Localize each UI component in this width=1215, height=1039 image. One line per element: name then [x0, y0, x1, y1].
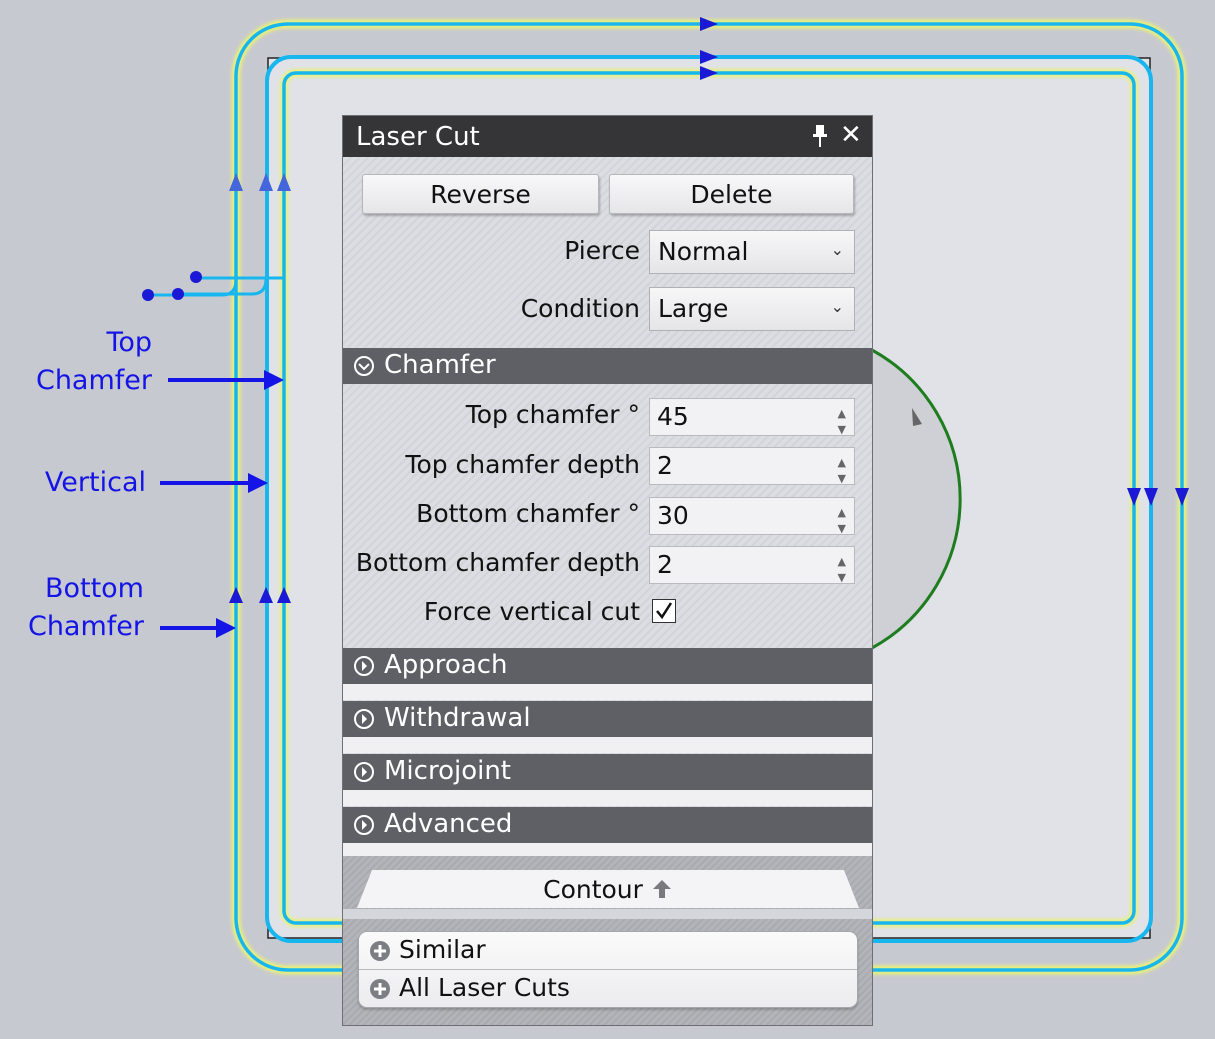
top-chamfer-depth-value: 2	[657, 451, 673, 480]
plus-circle-icon	[370, 979, 390, 999]
collapse-circle-icon	[354, 356, 374, 376]
annotation-bottom-chamfer-line1: Bottom	[44, 573, 144, 604]
panel-titlebar[interactable]: Laser Cut ✕	[343, 116, 872, 157]
spin-down-icon[interactable]: ▼	[838, 560, 846, 596]
expand-circle-icon	[354, 762, 374, 782]
section-microjoint-title: Microjoint	[384, 756, 512, 786]
lead-in-lines	[148, 276, 284, 297]
top-chamfer-angle-input[interactable]: 45 ▲ ▼	[649, 398, 855, 436]
expand-circle-icon	[354, 656, 374, 676]
section-withdrawal-title: Withdrawal	[384, 703, 531, 733]
annotation-vertical-text: Vertical	[44, 467, 146, 498]
annotation-top-chamfer: Top Chamfer	[30, 324, 152, 400]
force-vertical-cut-checkbox[interactable]	[652, 599, 676, 623]
list-item-similar[interactable]: Similar	[359, 932, 857, 970]
section-withdrawal-header[interactable]: Withdrawal	[343, 701, 872, 737]
top-chamfer-angle-value: 45	[657, 402, 689, 431]
bottom-chamfer-angle-value: 30	[657, 501, 689, 530]
condition-label: Condition	[520, 294, 640, 323]
annotation-top-chamfer-line2: Chamfer	[35, 365, 152, 396]
bottom-chamfer-angle-input[interactable]: 30 ▲ ▼	[649, 497, 855, 535]
section-approach-header[interactable]: Approach	[343, 648, 872, 684]
reverse-button[interactable]: Reverse	[362, 174, 599, 214]
close-icon[interactable]: ✕	[840, 120, 862, 150]
bottom-chamfer-depth-input[interactable]: 2 ▲ ▼	[649, 546, 855, 584]
list-item-similar-label: Similar	[399, 935, 486, 964]
contour-separator	[343, 909, 872, 919]
pierce-select[interactable]: Normal ⌄	[649, 230, 855, 274]
section-gap	[343, 737, 872, 753]
delete-button[interactable]: Delete	[609, 174, 854, 214]
section-advanced-header[interactable]: Advanced	[343, 807, 872, 843]
pierce-label: Pierce	[564, 236, 640, 265]
annotation-vertical: Vertical	[30, 464, 146, 502]
list-item-all-laser-cuts-label: All Laser Cuts	[399, 973, 570, 1002]
top-chamfer-depth-label: Top chamfer depth	[405, 450, 640, 479]
chevron-down-icon: ⌄	[830, 240, 844, 259]
annotation-bottom-chamfer-line2: Chamfer	[27, 611, 144, 642]
checkmark-icon	[656, 602, 673, 620]
spin-down-icon[interactable]: ▼	[838, 511, 846, 547]
bottom-chamfer-depth-label: Bottom chamfer depth	[355, 548, 640, 577]
panel-title: Laser Cut	[356, 122, 480, 152]
laser-cut-panel: Laser Cut ✕ Reverse Delete Pierce Normal…	[342, 115, 873, 1026]
top-chamfer-angle-label: Top chamfer °	[465, 400, 640, 429]
condition-value: Large	[658, 294, 729, 323]
section-microjoint-header[interactable]: Microjoint	[343, 754, 872, 790]
arrow-up-icon	[652, 880, 671, 898]
pierce-value: Normal	[658, 237, 749, 266]
section-chamfer-header[interactable]: Chamfer	[343, 348, 872, 384]
expand-circle-icon	[354, 709, 374, 729]
plus-circle-icon	[370, 941, 390, 961]
section-approach-title: Approach	[384, 650, 508, 680]
spin-down-icon[interactable]: ▼	[838, 412, 846, 448]
contour-tab-label: Contour	[543, 875, 643, 904]
section-advanced-title: Advanced	[384, 809, 513, 839]
bottom-chamfer-depth-value: 2	[657, 550, 673, 579]
scope-list: Similar All Laser Cuts	[358, 931, 858, 1008]
bottom-chamfer-angle-label: Bottom chamfer °	[416, 499, 640, 528]
force-vertical-cut-label: Force vertical cut	[423, 597, 640, 626]
annotation-bottom-chamfer: Bottom Chamfer	[20, 570, 144, 646]
annotation-top-chamfer-line1: Top	[106, 327, 152, 358]
top-chamfer-depth-input[interactable]: 2 ▲ ▼	[649, 447, 855, 485]
list-item-all-laser-cuts[interactable]: All Laser Cuts	[359, 970, 857, 1008]
contour-tab[interactable]: Contour	[357, 870, 859, 908]
chevron-down-icon: ⌄	[830, 297, 844, 316]
pin-icon[interactable]	[811, 123, 829, 149]
section-gap	[343, 790, 872, 806]
condition-select[interactable]: Large ⌄	[649, 287, 855, 331]
section-gap	[343, 684, 872, 700]
expand-circle-icon	[354, 815, 374, 835]
spin-down-icon[interactable]: ▼	[838, 461, 846, 497]
section-chamfer-title: Chamfer	[384, 350, 496, 380]
